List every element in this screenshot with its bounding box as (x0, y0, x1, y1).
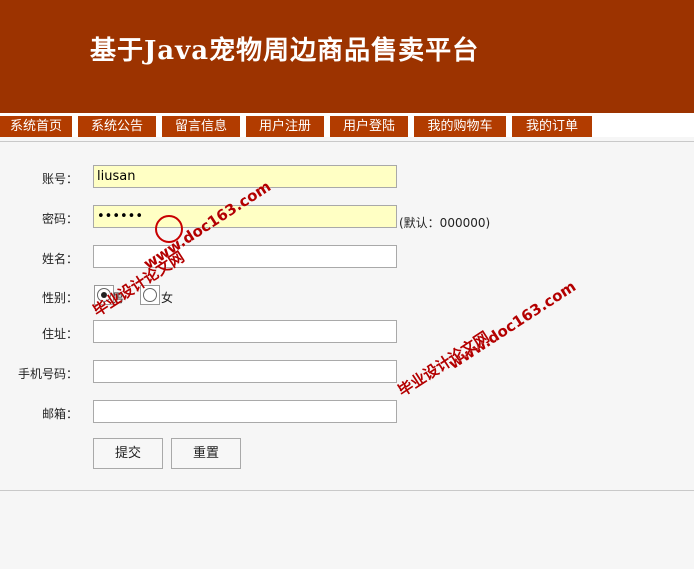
password-label: 密码： (41, 212, 78, 226)
cursor-ring-icon (155, 215, 183, 243)
phone-label: 手机号码： (17, 367, 78, 381)
gender-male-radio[interactable] (97, 288, 111, 302)
nav-item-messages[interactable]: 留言信息 (162, 116, 240, 137)
nav-divider (0, 141, 694, 142)
watermark-cn-2: 毕业设计论文网 (394, 327, 493, 401)
email-label: 邮箱： (41, 407, 78, 421)
email-input[interactable] (93, 400, 397, 423)
watermark-url-2: www.doc163.com (445, 277, 580, 373)
site-header: 基于Java宠物周边商品售卖平台 (0, 0, 694, 113)
reset-button[interactable]: 重置 (171, 438, 241, 469)
submit-button[interactable]: 提交 (93, 438, 163, 469)
nav-item-login[interactable]: 用户登陆 (330, 116, 408, 137)
nav-item-home[interactable]: 系统首页 (0, 116, 72, 137)
password-input[interactable] (93, 205, 397, 228)
nav-item-cart[interactable]: 我的购物车 (414, 116, 506, 137)
nav-item-register[interactable]: 用户注册 (246, 116, 324, 137)
gender-female-label: 女 (161, 291, 174, 305)
gender-label: 性别： (41, 291, 78, 305)
nav-item-orders[interactable]: 我的订单 (512, 116, 592, 137)
account-input[interactable] (93, 165, 397, 188)
bottom-divider (0, 490, 694, 491)
site-title: 基于Java宠物周边商品售卖平台 (90, 36, 480, 66)
name-input[interactable] (93, 245, 397, 268)
phone-input[interactable] (93, 360, 397, 383)
address-input[interactable] (93, 320, 397, 343)
gender-male-label: 男 (112, 291, 125, 305)
nav-item-announcements[interactable]: 系统公告 (78, 116, 156, 137)
gender-female-radio[interactable] (143, 288, 157, 302)
name-label: 姓名： (41, 252, 78, 266)
account-label: 账号： (41, 172, 78, 186)
address-label: 住址： (41, 327, 78, 341)
password-default-hint: (默认：000000) (399, 216, 491, 230)
main-nav: 系统首页 系统公告 留言信息 用户注册 用户登陆 我的购物车 我的订单 (0, 113, 694, 137)
